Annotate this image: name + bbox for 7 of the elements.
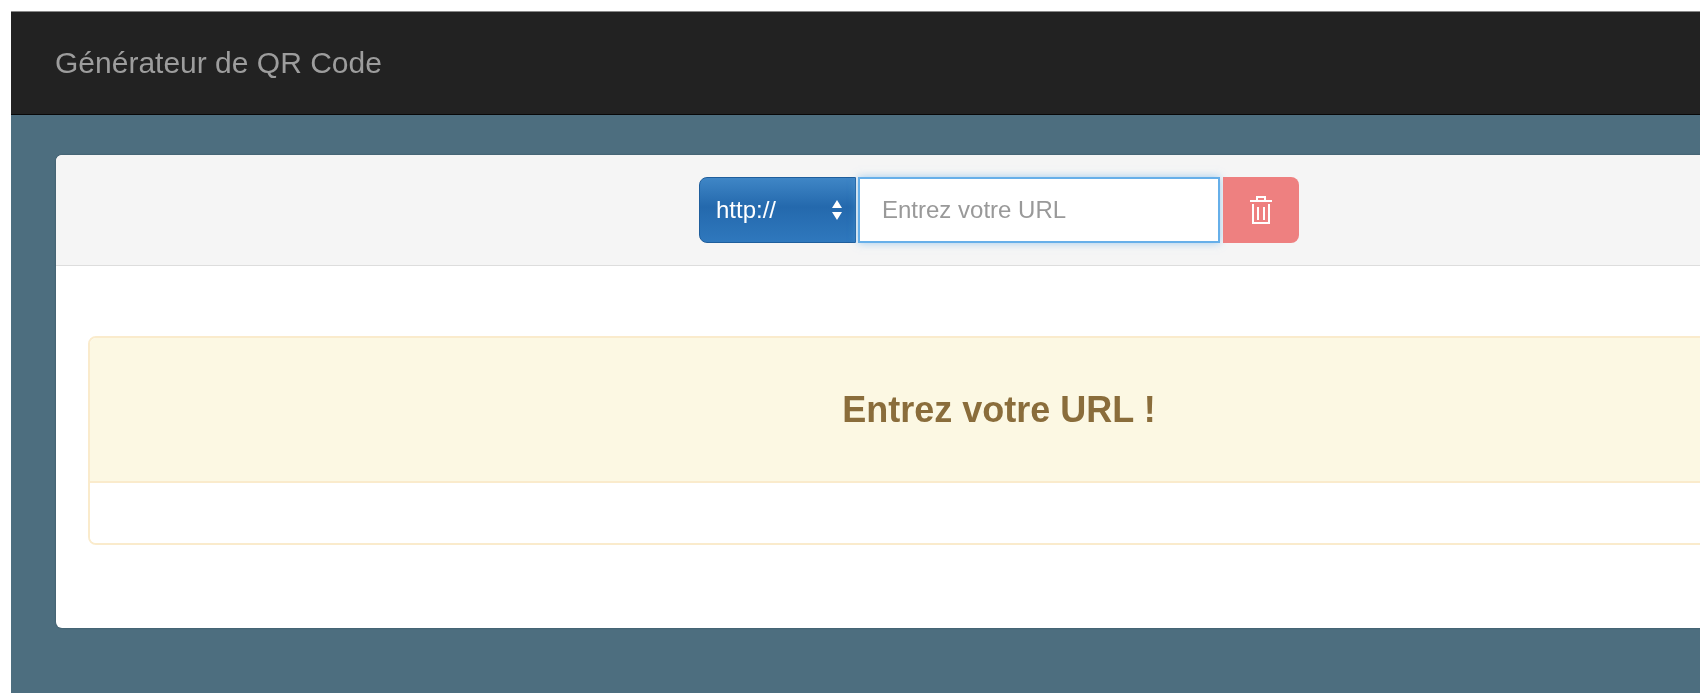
select-arrows-icon: [831, 199, 843, 221]
trash-icon: [1249, 195, 1273, 225]
brand-title[interactable]: Générateur de QR Code: [55, 46, 382, 80]
url-input[interactable]: Entrez votre URL: [858, 177, 1220, 243]
protocol-select[interactable]: http://: [699, 177, 856, 243]
alert-message: Entrez votre URL !: [842, 388, 1156, 431]
delete-button[interactable]: [1223, 177, 1299, 243]
